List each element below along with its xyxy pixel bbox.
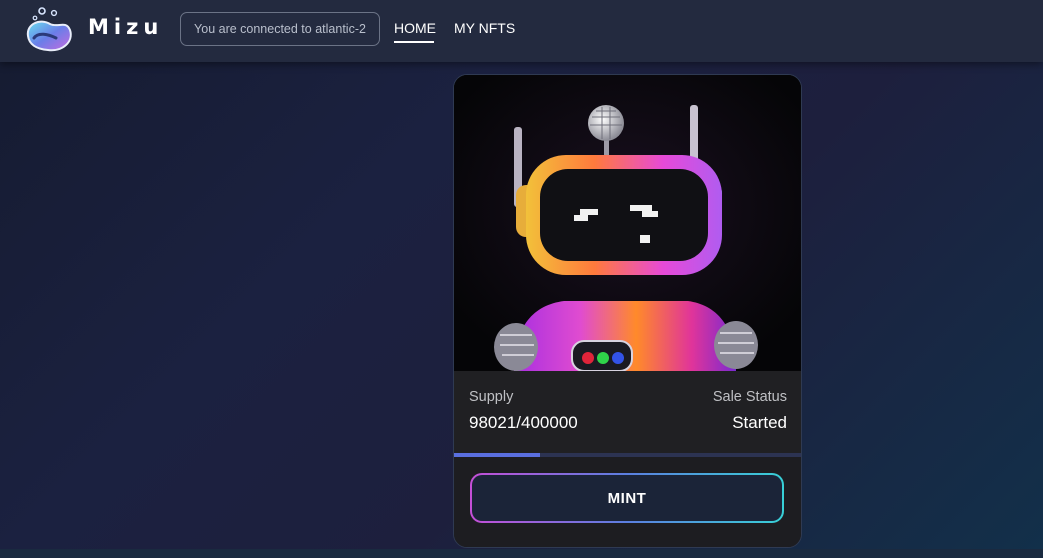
nft-info-panel: Supply 98021/400000 Sale Status Started: [454, 371, 801, 453]
nft-mint-card: Supply 98021/400000 Sale Status Started …: [453, 74, 802, 548]
sale-status-value: Started: [732, 413, 787, 432]
nav-home-active-indicator: [394, 41, 434, 43]
mint-action-area: MINT: [454, 457, 801, 547]
sale-status-label: Sale Status: [712, 389, 787, 405]
network-status-pill: You are connected to atlantic-2: [180, 12, 380, 46]
brand-name[interactable]: Mizu: [88, 15, 163, 39]
page-bottom-edge: [0, 549, 1043, 558]
robot-nft-art-image: [454, 75, 801, 372]
supply-label: Supply: [469, 389, 514, 405]
nav-my-nfts[interactable]: MY NFTS: [454, 20, 515, 36]
mint-button[interactable]: MINT: [470, 473, 784, 523]
nav-home[interactable]: HOME: [394, 20, 436, 36]
supply-value: 98021/400000: [469, 413, 578, 432]
top-navbar: Mizu You are connected to atlantic-2 HOM…: [0, 0, 1043, 62]
mizu-logo-icon[interactable]: [22, 4, 74, 54]
